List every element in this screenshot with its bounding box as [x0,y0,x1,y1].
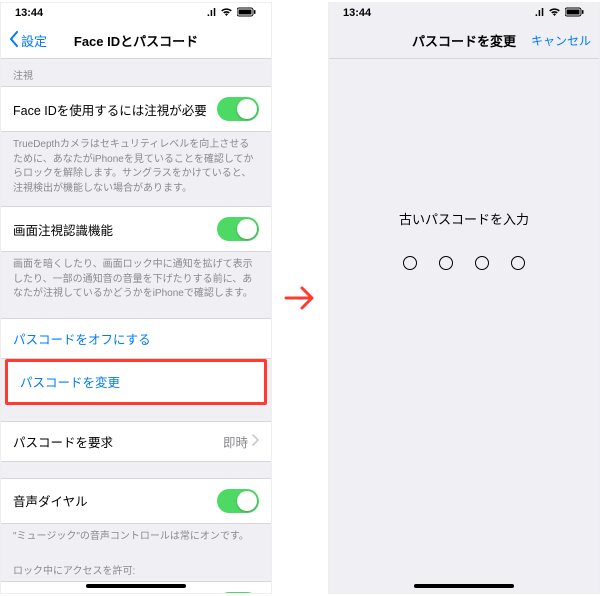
passcode-prompt: 古いパスコードを入力 [399,209,529,228]
status-time: 13:44 [15,7,43,19]
attention-header: 注視 [1,59,271,86]
voice-dial-switch[interactable] [217,489,259,513]
screen-attention-footer: 画面を暗くしたり、画面ロック中に通知を拡げて表示したり、一部の通知音の音量を下げ… [1,252,271,312]
change-passcode-highlight: パスコードを変更 [5,359,267,405]
screen-attention-label: 画面注視認識機能 [13,220,113,239]
passcode-entry-area: 古いパスコードを入力 [329,59,599,593]
settings-content: 注視 Face IDを使用するには注視が必要 TrueDepthカメラはセキュリ… [1,59,271,593]
passcode-dots[interactable] [403,256,525,270]
change-passcode-label: パスコードを変更 [20,372,120,391]
screen-attention-row[interactable]: 画面注視認識機能 [1,206,271,252]
status-time: 13:44 [343,7,371,19]
allow-access-header: ロック中にアクセスを許可: [1,554,271,581]
passcode-screen: 13:44 .ıl パスコードを変更 キャンセル 古いパスコードを入力 [328,2,600,594]
turn-off-passcode-label: パスコードをオフにする [13,329,151,348]
faceid-attention-switch[interactable] [217,97,259,121]
flow-arrow [278,284,322,312]
cancel-button[interactable]: キャンセル [531,32,591,49]
signal-icon: .ıl [207,7,216,19]
chevron-left-icon [9,31,19,50]
nav-bar: パスコードを変更 キャンセル [329,23,599,59]
passcode-dot [403,256,417,270]
status-bar: 13:44 .ıl [1,3,271,23]
settings-screen: 13:44 .ıl 設定 Face IDとパスコード 注視 Face IDを使用… [0,2,272,594]
voice-dial-label: 音声ダイヤル [13,491,88,510]
back-button[interactable]: 設定 [9,31,47,50]
passcode-dot [511,256,525,270]
back-label: 設定 [21,31,47,50]
require-passcode-label: パスコードを要求 [13,432,113,451]
require-passcode-row[interactable]: パスコードを要求 即時 [1,421,271,462]
battery-icon [237,7,257,20]
change-passcode-row[interactable]: パスコードを変更 [8,362,264,402]
faceid-attention-row[interactable]: Face IDを使用するには注視が必要 [1,86,271,132]
voice-dial-row[interactable]: 音声ダイヤル [1,478,271,524]
signal-icon: .ıl [535,7,544,19]
require-passcode-value: 即時 [223,432,248,451]
status-right: .ıl [535,7,585,20]
faceid-attention-footer: TrueDepthカメラはセキュリティレベルを向上させるために、あなたがiPho… [1,132,271,206]
passcode-dot [475,256,489,270]
today-view-switch[interactable] [217,592,259,593]
battery-icon [565,7,585,20]
wifi-icon [220,7,233,20]
turn-off-passcode-row[interactable]: パスコードをオフにする [1,318,271,359]
home-indicator [414,584,514,588]
faceid-attention-label: Face IDを使用するには注視が必要 [13,100,207,119]
arrow-right-icon [284,284,316,312]
status-bar: 13:44 .ıl [329,3,599,23]
passcode-dot [439,256,453,270]
nav-bar: 設定 Face IDとパスコード [1,23,271,59]
voice-dial-footer: "ミュージック"の音声コントロールは常にオンです。 [1,524,271,555]
chevron-right-icon [252,434,259,449]
status-right: .ıl [207,7,257,20]
home-indicator [86,584,186,588]
screen-attention-switch[interactable] [217,217,259,241]
wifi-icon [548,7,561,20]
